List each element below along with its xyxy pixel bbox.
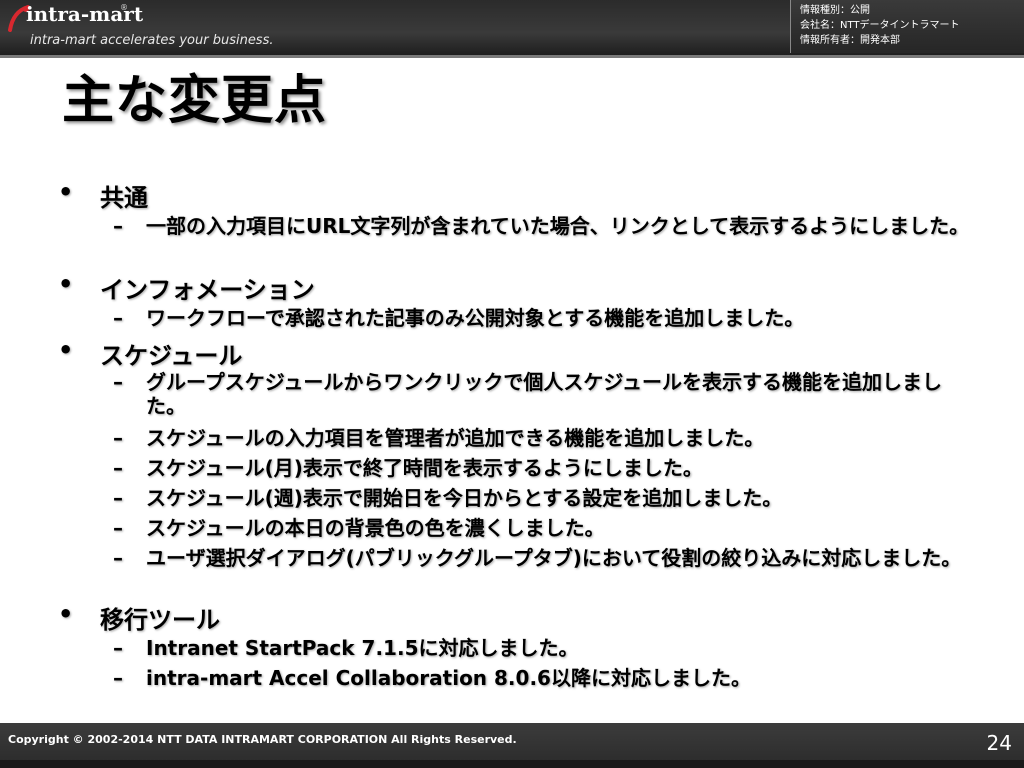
- tagline: intra-mart accelerates your business.: [30, 33, 274, 48]
- dash-mark: –: [113, 636, 123, 660]
- bullet-mark: •: [58, 270, 74, 298]
- bullet-mark: •: [58, 178, 74, 206]
- section-heading: スケジュール: [100, 342, 243, 370]
- dash-mark: –: [113, 486, 123, 510]
- item-text: スケジュール(週)表示で開始日を今日からとする設定を追加しました。: [146, 486, 783, 510]
- info-owner: 情報所有者：開発本部: [800, 35, 900, 46]
- item-text: グループスケジュールからワンクリックで個人スケジュールを表示する機能を追加しまし…: [146, 370, 942, 418]
- item-text: ワークフローで承認された記事のみ公開対象とする機能を追加しました。: [146, 306, 805, 330]
- dash-mark: –: [113, 214, 123, 238]
- item-text: ユーザ選択ダイアログ(パブリックグループタブ)において役割の絞り込みに対応しまし…: [146, 546, 962, 570]
- item-text: スケジュールの本日の背景色の色を濃くしました。: [146, 516, 605, 540]
- dash-mark: –: [113, 370, 123, 394]
- footer-strip: [0, 760, 1024, 768]
- footer-bar: Copyright © 2002-2014 NTT DATA INTRAMART…: [0, 723, 1024, 768]
- dash-mark: –: [113, 516, 123, 540]
- item-text: 一部の入力項目にURL文字列が含まれていた場合、リンクとして表示するようにしまし…: [146, 214, 970, 238]
- section-heading: インフォメーション: [100, 276, 315, 304]
- info-box: 情報種別：公開 会社名：NTTデータイントラマート 情報所有者：開発本部: [790, 0, 1024, 53]
- item-text: スケジュールの入力項目を管理者が追加できる機能を追加しました。: [146, 426, 765, 450]
- bullet-mark: •: [58, 600, 74, 628]
- section-heading: 移行ツール: [100, 606, 220, 634]
- dash-mark: –: [113, 666, 123, 690]
- item-text: スケジュール(月)表示で終了時間を表示するようにしました。: [146, 456, 703, 480]
- dash-mark: –: [113, 306, 123, 330]
- copyright-text: Copyright © 2002-2014 NTT DATA INTRAMART…: [8, 733, 517, 746]
- item-text: intra-mart Accel Collaboration 8.0.6以降に対…: [146, 666, 751, 690]
- bullet-mark: •: [58, 336, 74, 364]
- logo-registered-mark: ®: [120, 3, 128, 12]
- header-bar: intra-mart ® intra-mart accelerates your…: [0, 0, 1024, 55]
- item-text: Intranet StartPack 7.1.5に対応しました。: [146, 636, 579, 660]
- info-company: 会社名：NTTデータイントラマート: [800, 20, 960, 31]
- dash-mark: –: [113, 456, 123, 480]
- dash-mark: –: [113, 546, 123, 570]
- info-classification: 情報種別：公開: [800, 5, 870, 16]
- page-number: 24: [986, 731, 1012, 755]
- section-heading: 共通: [100, 184, 148, 212]
- dash-mark: –: [113, 426, 123, 450]
- slide-title: 主な変更点: [62, 71, 328, 131]
